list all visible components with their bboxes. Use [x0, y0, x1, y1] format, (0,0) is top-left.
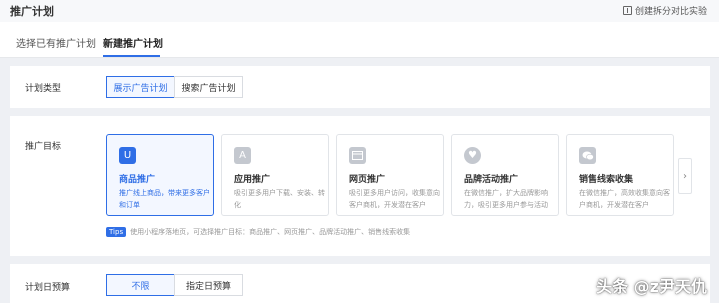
goal-card-brand-event[interactable]: ♥ 品牌活动推广 在微信推广，扩大品牌影响力，吸引更多用户参与活动 — [451, 134, 559, 216]
goal-desc: 推广线上商品，带来更多客户和订单 — [119, 189, 210, 209]
daily-budget-label: 计划日预算 — [25, 283, 71, 293]
chevron-right-icon[interactable]: › — [678, 158, 692, 194]
plan-type-selector: 展示广告计划 搜索广告计划 — [106, 76, 243, 98]
goal-title: 商品推广 — [119, 175, 156, 185]
goal-card-app[interactable]: A 应用推广 吸引更多用户下载、安装、转化 — [221, 134, 329, 216]
ab-test-label: 创建拆分对比实验 — [634, 7, 707, 17]
goal-title: 网页推广 — [349, 175, 386, 185]
page-title: 推广计划 — [10, 5, 54, 18]
budget-unlimited-option[interactable]: 不限 — [106, 274, 175, 296]
tips-badge: Tips — [106, 227, 127, 237]
goal-title: 销售线索收集 — [579, 175, 634, 185]
goal-desc: 在微信推广，高效收集意向客户商机，开发潜在客户 — [579, 189, 670, 209]
tab-select-existing-plan[interactable]: 选择已有推广计划 — [16, 35, 96, 50]
goal-card-sales-leads[interactable]: 销售线索收集 在微信推广，高效收集意向客户商机，开发潜在客户 — [566, 134, 674, 216]
app-store-icon: A — [234, 147, 251, 164]
search-ad-plan-option[interactable]: 搜索广告计划 — [174, 76, 243, 98]
shopping-bag-icon: U — [119, 147, 136, 164]
promotion-goal-label: 推广目标 — [25, 142, 62, 152]
promotion-goal-section: 推广目标 U 商品推广 推广线上商品，带来更多客户和订单 A 应用推广 吸引更多… — [10, 116, 710, 256]
goal-card-webpage[interactable]: 网页推广 吸引更多用户访问，收集意向客户商机，开发潜在客户 — [336, 134, 444, 216]
plan-type-section: 计划类型 展示广告计划 搜索广告计划 — [10, 66, 710, 108]
active-tab-indicator — [103, 55, 160, 57]
header-bar: 推广计划 创建拆分对比实验 — [0, 0, 719, 22]
goal-desc: 吸引更多用户访问，收集意向客户商机，开发潜在客户 — [349, 189, 440, 209]
goal-desc: 吸引更多用户下载、安装、转化 — [234, 189, 325, 209]
goal-title: 应用推广 — [234, 175, 271, 185]
tab-new-plan[interactable]: 新建推广计划 — [103, 35, 163, 50]
budget-specified-option[interactable]: 指定日预算 — [174, 274, 243, 296]
goal-card-product[interactable]: U 商品推广 推广线上商品，带来更多客户和订单 — [106, 134, 214, 216]
goal-title: 品牌活动推广 — [464, 175, 519, 185]
heart-chat-icon: ♥ — [464, 147, 481, 164]
browser-window-icon — [349, 147, 366, 164]
goal-desc: 在微信推广，扩大品牌影响力，吸引更多用户参与活动 — [464, 189, 548, 209]
tips-row: Tips 使用小程序落地页，可选择推广目标：商品推广、网页推广、品牌活动推广、销… — [106, 227, 410, 237]
tips-text: 使用小程序落地页，可选择推广目标：商品推广、网页推广、品牌活动推广、销售线索收集 — [130, 228, 411, 236]
daily-budget-selector: 不限 指定日预算 — [106, 274, 243, 296]
create-ab-test-link[interactable]: 创建拆分对比实验 — [622, 4, 707, 17]
plan-type-label: 计划类型 — [25, 84, 62, 94]
watermark: 头条 @z尹天仇 — [596, 277, 707, 296]
display-ad-plan-option[interactable]: 展示广告计划 — [106, 76, 175, 98]
split-test-icon — [622, 6, 632, 15]
chat-bubbles-icon — [579, 147, 596, 164]
tab-bar: 选择已有推广计划 新建推广计划 — [0, 22, 719, 58]
